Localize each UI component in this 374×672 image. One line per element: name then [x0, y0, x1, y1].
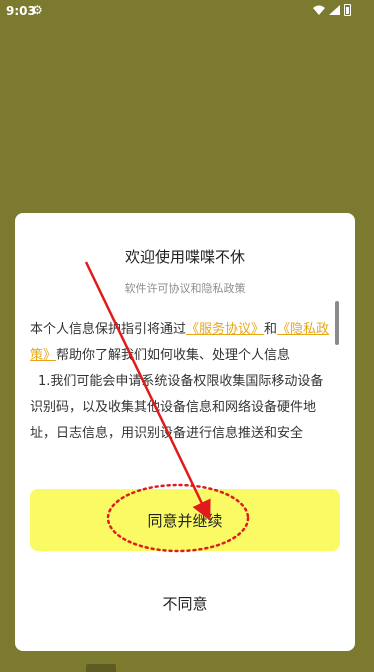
policy-paragraph-permissions: 1.我们可能会申请系统设备权限收集国际移动设备识别码，以及收集其他设备信息和网络… — [30, 374, 324, 441]
policy-text-prefix: 本个人信息保护指引将通过 — [30, 322, 187, 337]
dialog-title: 欢迎使用喋喋不休 — [124, 248, 245, 266]
battery-icon — [344, 4, 351, 16]
policy-text[interactable]: 本个人信息保护指引将通过《服务协议》和《隐私政策》帮助你了解我们如何收集、处理个… — [30, 317, 336, 449]
signal-icon — [329, 5, 340, 15]
agree-button[interactable]: 同意并继续 — [30, 489, 340, 551]
dialog-subtitle: 软件许可协议和隐私政策 — [124, 282, 246, 295]
background-element — [86, 664, 116, 672]
service-agreement-link[interactable]: 《服务协议》 — [186, 322, 264, 337]
privacy-dialog: 欢迎使用喋喋不休 软件许可协议和隐私政策 本个人信息保护指引将通过《服务协议》和… — [15, 213, 355, 651]
policy-text-and: 和 — [264, 322, 278, 337]
policy-scrollbar[interactable] — [335, 301, 339, 345]
wifi-icon — [313, 5, 325, 15]
policy-paragraph: 本个人信息保护指引将通过《服务协议》和《隐私政策》帮助你了解我们如何收集、处理个… — [30, 317, 336, 369]
gear-icon: ⚙ — [32, 3, 43, 17]
decline-button[interactable]: 不同意 — [30, 583, 340, 623]
policy-text-suffix: 帮助你了解我们如何收集、处理个人信息 — [56, 348, 291, 363]
status-bar: 9:03 ⚙ — [0, 0, 374, 24]
